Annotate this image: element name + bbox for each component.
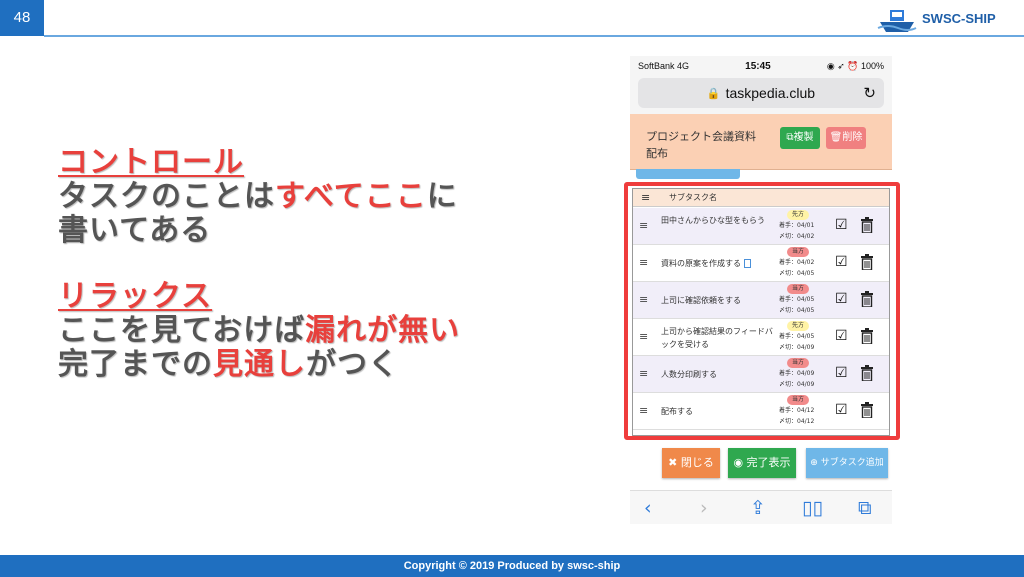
footer-copyright: Copyright © 2019 Produced by swsc-ship — [0, 555, 1024, 577]
slide-number: 48 — [0, 0, 44, 36]
carrier-label: SoftBank 4G — [638, 61, 690, 71]
reload-icon[interactable]: ↻ — [863, 84, 876, 102]
show-completed-button[interactable]: ◉ 完了表示 — [728, 448, 796, 478]
add-subtask-button[interactable]: ⊕ サブタスク追加 — [806, 448, 888, 478]
task-header: プロジェクト会議資料配布 ⧉複製 🗑削除 — [630, 114, 892, 170]
forward-icon[interactable]: › — [700, 497, 708, 519]
clock: 15:45 — [745, 60, 771, 72]
task-title: プロジェクト会議資料配布 — [646, 130, 756, 160]
done-label: 完了表示 — [746, 456, 791, 469]
delete-button[interactable]: 🗑削除 — [826, 127, 866, 149]
status-icons: ◉ ➶ ⏰ 100% — [826, 60, 884, 71]
heading-relax: リラックス — [58, 279, 213, 314]
copy-button[interactable]: ⧉複製 — [780, 127, 820, 149]
header-divider — [44, 35, 1024, 37]
text-line: ここを見ておけば — [58, 313, 306, 348]
text-line: タスクのことは — [58, 179, 275, 214]
url-text: taskpedia.club — [725, 85, 816, 101]
hidden-button-edge — [636, 169, 740, 179]
brand-name: SWSC-SHIP — [922, 11, 996, 26]
trash-icon: 🗑 — [829, 132, 843, 143]
text-line: 完了までの — [58, 347, 213, 382]
highlight-frame — [624, 182, 900, 440]
plus-icon: ⊕ — [810, 458, 821, 468]
slide-body-text: コントロール タスクのことはすべてここに 書いてある リラックス ここを見ておけ… — [58, 146, 598, 382]
eye-icon: ◉ — [733, 456, 747, 469]
close-button[interactable]: ✖ 閉じる — [662, 448, 720, 478]
highlight-text: すべてここ — [275, 179, 427, 214]
close-label: 閉じる — [680, 456, 714, 469]
delete-label: 削除 — [842, 132, 863, 143]
status-bar: SoftBank 4G 15:45 ◉ ➶ ⏰ 100% — [630, 56, 892, 76]
copy-label: 複製 — [793, 132, 814, 143]
text-line: がつく — [306, 347, 399, 382]
text-line: 書いてある — [58, 213, 212, 248]
highlight-text: 漏れが無い — [305, 313, 461, 348]
address-bar[interactable]: 🔒 taskpedia.club ↻ — [638, 78, 884, 108]
browser-toolbar: ‹ › ⇪ ▯▯ ⧉ — [630, 490, 892, 524]
share-icon[interactable]: ⇪ — [750, 497, 766, 519]
tabs-icon[interactable]: ⧉ — [858, 497, 872, 519]
bookmarks-icon[interactable]: ▯▯ — [802, 497, 823, 519]
lock-icon: 🔒 — [706, 87, 721, 100]
copy-icon: ⧉ — [786, 132, 794, 143]
add-label: サブタスク追加 — [820, 458, 884, 468]
highlight-text: 見通し — [213, 347, 306, 382]
ship-logo-icon — [877, 10, 917, 32]
back-icon[interactable]: ‹ — [644, 497, 652, 519]
action-buttons: ✖ 閉じる ◉ 完了表示 ⊕ サブタスク追加 — [630, 448, 892, 482]
text-line: に — [426, 179, 458, 214]
heading-control: コントロール — [58, 145, 244, 180]
close-icon: ✖ — [668, 456, 681, 469]
